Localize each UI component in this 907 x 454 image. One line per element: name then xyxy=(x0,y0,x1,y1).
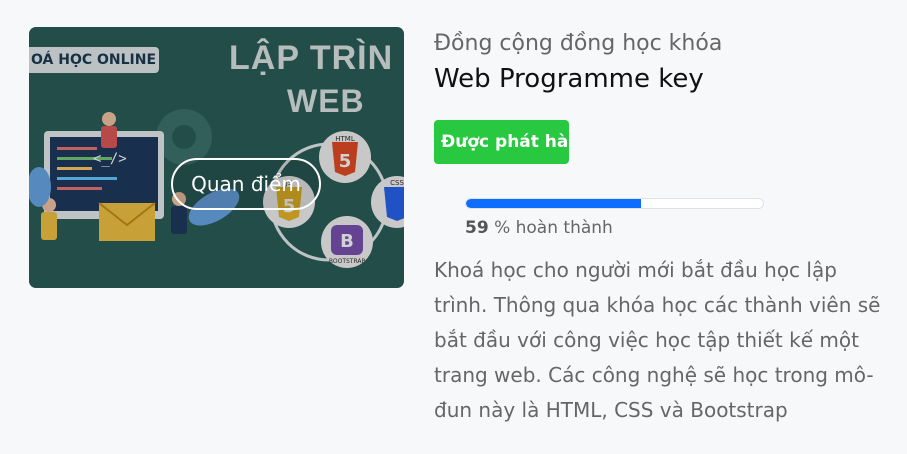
course-subtitle: Đồng cộng đồng học khóa xyxy=(434,31,723,56)
course-title[interactable]: Web Programme key xyxy=(434,64,704,94)
course-description: Khoá học cho người mới bắt đầu học lập t… xyxy=(434,258,881,422)
view-button[interactable]: Quan điểm xyxy=(171,158,321,210)
progress-bar-fill xyxy=(466,199,642,208)
progress-label: 59 % hoàn thành xyxy=(465,218,613,238)
progress-bar xyxy=(465,198,764,209)
progress-suffix: % hoàn thành xyxy=(488,218,613,238)
status-badge: Được phát hành xyxy=(434,120,569,164)
course-thumbnail[interactable]: <_/> HTML 5 JS 5 CSS B BOOTSTRAP OÁ HỌC … xyxy=(29,27,404,288)
progress-value: 59 xyxy=(465,218,489,238)
